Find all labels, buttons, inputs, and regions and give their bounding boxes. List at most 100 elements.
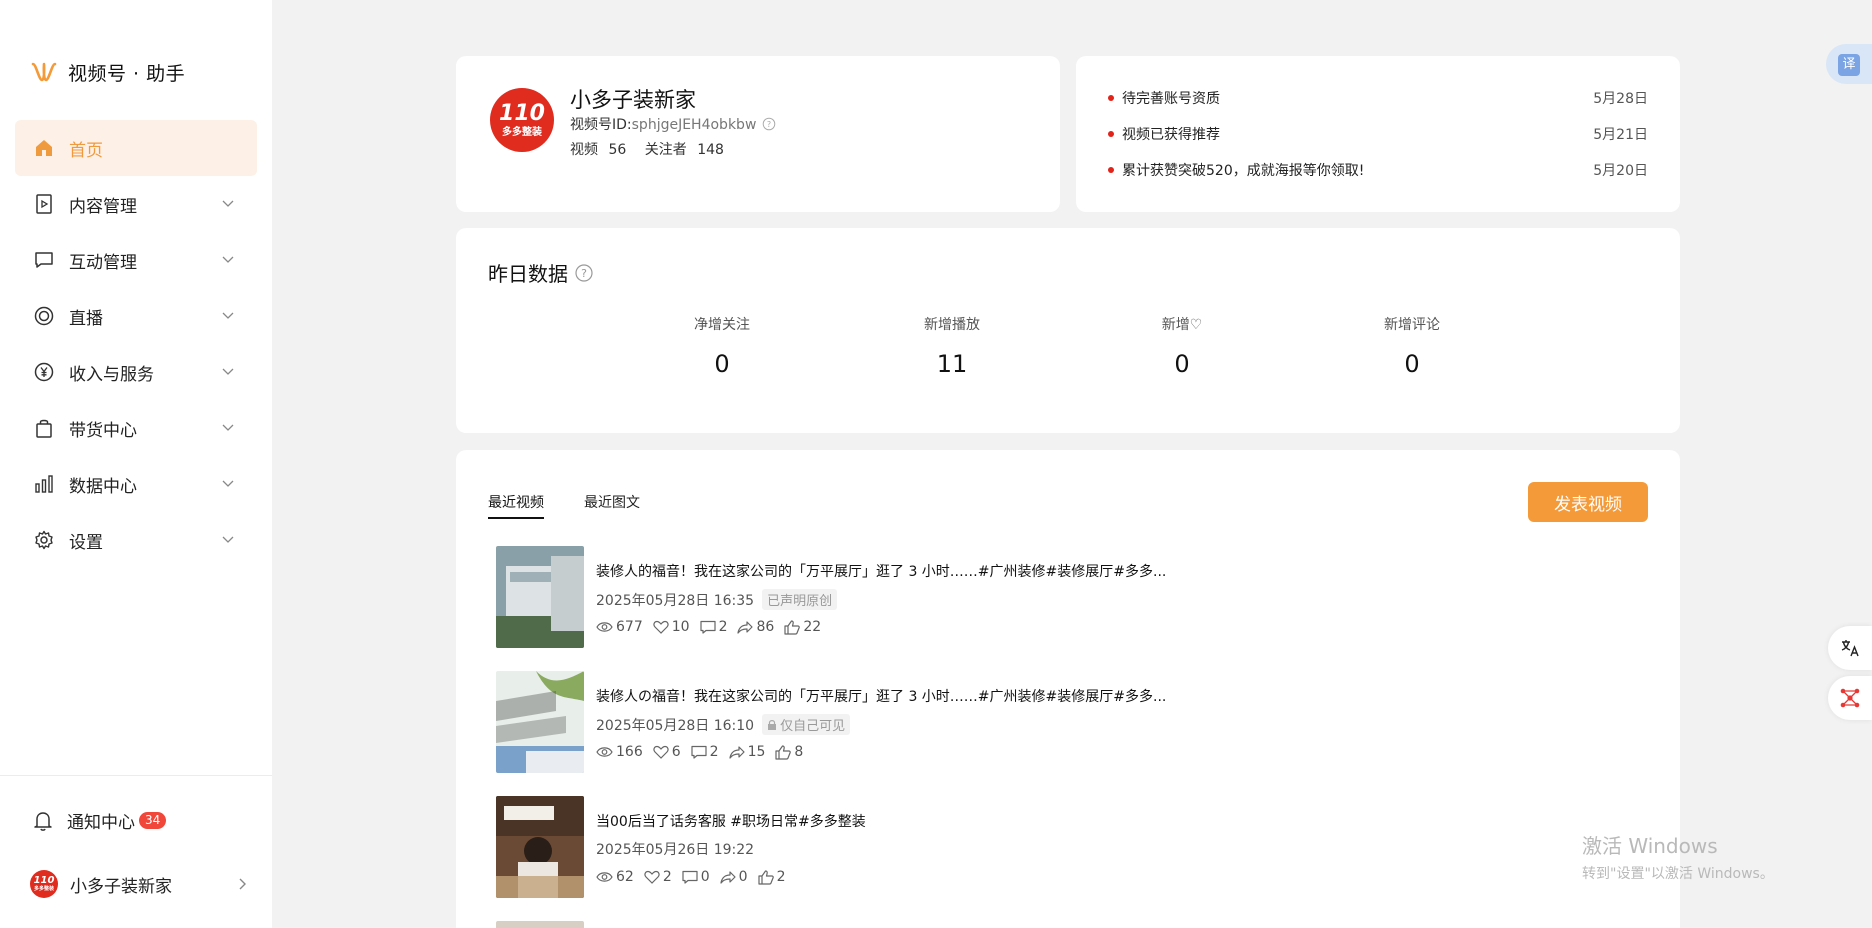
profile-id-value[interactable]: sphjgeJEH4obkbw xyxy=(632,117,757,133)
profile-card: 110 多多整装 小多子装新家 视频号ID:sphjgeJEH4obkbw ? … xyxy=(456,56,1060,212)
sidebar-item-data[interactable]: 数据中心 xyxy=(15,456,257,512)
lock-icon xyxy=(768,720,777,730)
comment-icon xyxy=(699,620,716,634)
brand-text: 视频号 · 助手 xyxy=(68,62,186,85)
notice-text: 视频已获得推荐 xyxy=(1122,127,1220,143)
likes-count: 2 xyxy=(662,869,672,885)
eye-icon xyxy=(596,622,613,632)
sidebar-item-label: 数据中心 xyxy=(69,476,137,497)
notice-date: 5月20日 xyxy=(1593,163,1648,179)
original-tag: 已声明原创 xyxy=(762,589,838,610)
publish-video-button[interactable]: 发表视频 xyxy=(1528,482,1648,522)
stats-title: 昨日数据 ? xyxy=(488,258,594,287)
share-icon xyxy=(720,871,736,884)
bar-chart-icon xyxy=(33,473,55,495)
video-stats: 62 2 0 0 2 xyxy=(596,869,786,885)
likes-count: 6 xyxy=(671,744,681,760)
chevron-right-icon xyxy=(239,878,246,890)
video-title[interactable]: 装修人的福音！我在这家公司的「万平展厅」逛了 3 小时……#广州装修#装修展厅#… xyxy=(596,561,1166,581)
notice-item[interactable]: 视频已获得推荐 5月21日 xyxy=(1108,124,1648,144)
chevron-down-icon xyxy=(222,480,234,487)
notice-date: 5月21日 xyxy=(1593,127,1648,143)
shares-count: 15 xyxy=(747,744,766,760)
followers-label: 关注者 xyxy=(644,142,687,158)
video-item[interactable]: 当00后当了话务客服 #职场日常#多多整装 2025年05月26日 19:22 … xyxy=(496,796,1396,898)
video-title[interactable]: 装修人の福音！我在这家公司的「万平展厅」逛了 3 小时……#广州装修#装修展厅#… xyxy=(596,686,1166,706)
views-count: 62 xyxy=(616,869,634,885)
tab-recent-posts[interactable]: 最近图文 xyxy=(584,492,640,519)
translate-tool-button[interactable] xyxy=(1828,626,1872,670)
videos-label: 视频 xyxy=(570,142,598,158)
sidebar-item-label: 带货中心 xyxy=(69,420,137,441)
video-date: 2025年05月28日 16:10 xyxy=(596,717,755,734)
video-item[interactable]: 装修人の福音！我在这家公司的「万平展厅」逛了 3 小时……#广州装修#装修展厅#… xyxy=(496,671,1396,773)
video-thumbnail[interactable] xyxy=(496,796,584,898)
profile-stats: 视频 56 关注者 148 xyxy=(570,139,730,159)
svg-text:?: ? xyxy=(767,120,771,129)
help-icon[interactable]: ? xyxy=(574,263,594,283)
notice-card: 待完善账号资质 5月28日 视频已获得推荐 5月21日 累计获赞突破520，成就… xyxy=(1076,56,1680,212)
sidebar-item-label: 收入与服务 xyxy=(69,364,154,385)
video-thumbnail[interactable] xyxy=(496,546,584,648)
notification-center[interactable]: 通知中心 34 xyxy=(33,808,167,833)
sidebar-item-label: 首页 xyxy=(69,140,103,161)
user-name: 小多子装新家 xyxy=(70,876,172,897)
thumbs-up-icon xyxy=(757,869,774,885)
svg-text:?: ? xyxy=(581,267,587,280)
tab-recent-videos[interactable]: 最近视频 xyxy=(488,492,544,519)
chevron-down-icon xyxy=(222,368,234,375)
chevron-down-icon xyxy=(222,312,234,319)
views-count: 677 xyxy=(616,619,643,635)
help-icon[interactable]: ? xyxy=(762,117,776,131)
comment-icon xyxy=(691,745,707,759)
translate-icon: 译 xyxy=(1838,54,1860,76)
sidebar-item-interaction[interactable]: 互动管理 xyxy=(15,232,257,288)
notice-date: 5月28日 xyxy=(1593,91,1648,107)
share-icon xyxy=(737,621,754,634)
video-item[interactable]: 装修人的福音！我在这家公司的「万平展厅」逛了 3 小时……#广州装修#装修展厅#… xyxy=(496,546,1396,648)
heart-icon xyxy=(644,870,660,884)
profile-avatar[interactable]: 110 多多整装 xyxy=(490,88,554,152)
notice-text: 待完善账号资质 xyxy=(1122,91,1220,107)
stat-net-follow: 净增关注 0 xyxy=(694,317,750,378)
thumbs-count: 2 xyxy=(776,869,786,885)
notification-label: 通知中心 xyxy=(67,813,135,833)
recent-videos-card: 最近视频 最近图文 发表视频 装修人的福音！我在这家公司的「万平展厅」逛了 3 … xyxy=(456,450,1680,928)
sidebar-item-home[interactable]: 首页 xyxy=(15,120,257,176)
recent-tabs: 最近视频 最近图文 xyxy=(488,492,640,519)
windows-activation-watermark: 激活 Windows 转到"设置"以激活 Windows。 xyxy=(1582,830,1774,883)
user-account[interactable]: 110 多多整装 小多子装新家 xyxy=(30,870,250,898)
chat-icon xyxy=(33,249,55,271)
yesterday-stats-card: 昨日数据 ? 净增关注 0 新增播放 11 新增♡ 0 新增评论 0 xyxy=(456,228,1680,433)
video-thumbnail[interactable] xyxy=(496,671,584,773)
share-icon xyxy=(728,746,745,759)
video-meta: 2025年05月28日 16:10 仅自己可见 xyxy=(596,714,851,735)
video-stats: 166 6 2 15 8 xyxy=(596,744,803,760)
translate-button[interactable]: 译 xyxy=(1826,44,1872,84)
profile-id-row: 视频号ID:sphjgeJEH4obkbw ? xyxy=(570,114,776,134)
profile-name: 小多子装新家 xyxy=(570,88,696,112)
likes-count: 10 xyxy=(671,619,690,635)
sidebar-item-live[interactable]: 直播 xyxy=(15,288,257,344)
watermark-subtitle: 转到"设置"以激活 Windows。 xyxy=(1582,866,1774,882)
followers-count: 148 xyxy=(697,142,724,158)
sidebar-divider xyxy=(0,775,272,776)
notice-item[interactable]: 待完善账号资质 5月28日 xyxy=(1108,88,1648,108)
sidebar-item-settings[interactable]: 设置 xyxy=(15,512,257,568)
sidebar-item-content[interactable]: 内容管理 xyxy=(15,176,257,232)
views-count: 166 xyxy=(616,744,643,760)
ai-assistant-button[interactable] xyxy=(1828,676,1872,720)
network-icon xyxy=(1840,688,1860,708)
content-icon xyxy=(33,193,55,215)
notice-item[interactable]: 累计获赞突破520，成就海报等你领取! 5月20日 xyxy=(1108,160,1648,180)
sidebar-item-income[interactable]: 收入与服务 xyxy=(15,344,257,400)
video-meta: 2025年05月26日 19:22 xyxy=(596,839,754,859)
brand[interactable]: 视频号 · 助手 xyxy=(30,58,185,86)
channels-logo-icon xyxy=(31,62,57,82)
notice-text: 累计获赞突破520，成就海报等你领取! xyxy=(1122,163,1365,179)
video-title[interactable]: 当00后当了话务客服 #职场日常#多多整装 xyxy=(596,811,866,831)
video-thumbnail[interactable] xyxy=(496,921,584,928)
sidebar-item-label: 直播 xyxy=(69,308,103,329)
sidebar-item-commerce[interactable]: 带货中心 xyxy=(15,400,257,456)
stat-new-likes: 新增♡ 0 xyxy=(1161,317,1203,378)
